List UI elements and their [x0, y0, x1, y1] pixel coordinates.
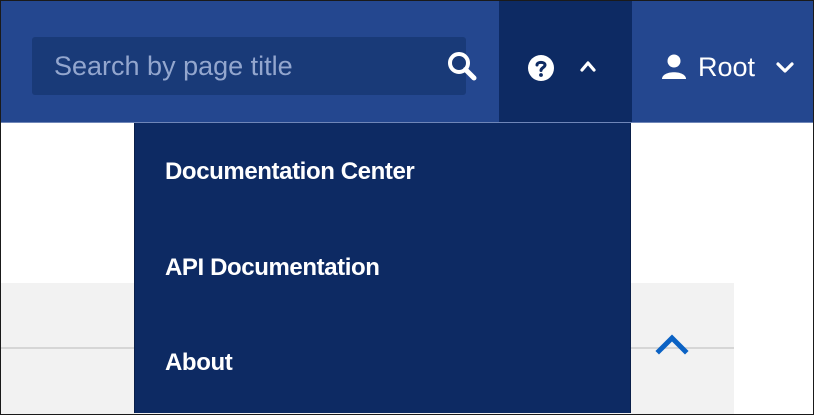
menu-item-label: Documentation Center: [165, 158, 415, 185]
menu-item-label: API Documentation: [165, 254, 380, 281]
menu-item-api-documentation[interactable]: API Documentation: [135, 219, 630, 313]
menu-item-about[interactable]: About: [135, 315, 630, 409]
search-icon[interactable]: [446, 50, 478, 82]
help-menu-toggle[interactable]: [499, 1, 632, 122]
question-circle-icon: [528, 55, 554, 81]
chevron-up-icon[interactable]: [655, 333, 689, 355]
user-name[interactable]: Root: [698, 49, 755, 85]
help-dropdown-menu: Documentation Center API Documentation A…: [134, 123, 631, 413]
menu-item-label: About: [165, 349, 233, 376]
search-box: [32, 37, 477, 95]
app-frame: Root Documentation Center API Documentat…: [0, 0, 814, 415]
search-input[interactable]: [32, 37, 402, 95]
user-icon: [662, 54, 686, 79]
chevron-up-icon: [580, 61, 596, 72]
menu-item-documentation-center[interactable]: Documentation Center: [135, 123, 630, 217]
top-navigation-bar: Root: [1, 1, 813, 123]
chevron-down-icon: [776, 62, 794, 73]
